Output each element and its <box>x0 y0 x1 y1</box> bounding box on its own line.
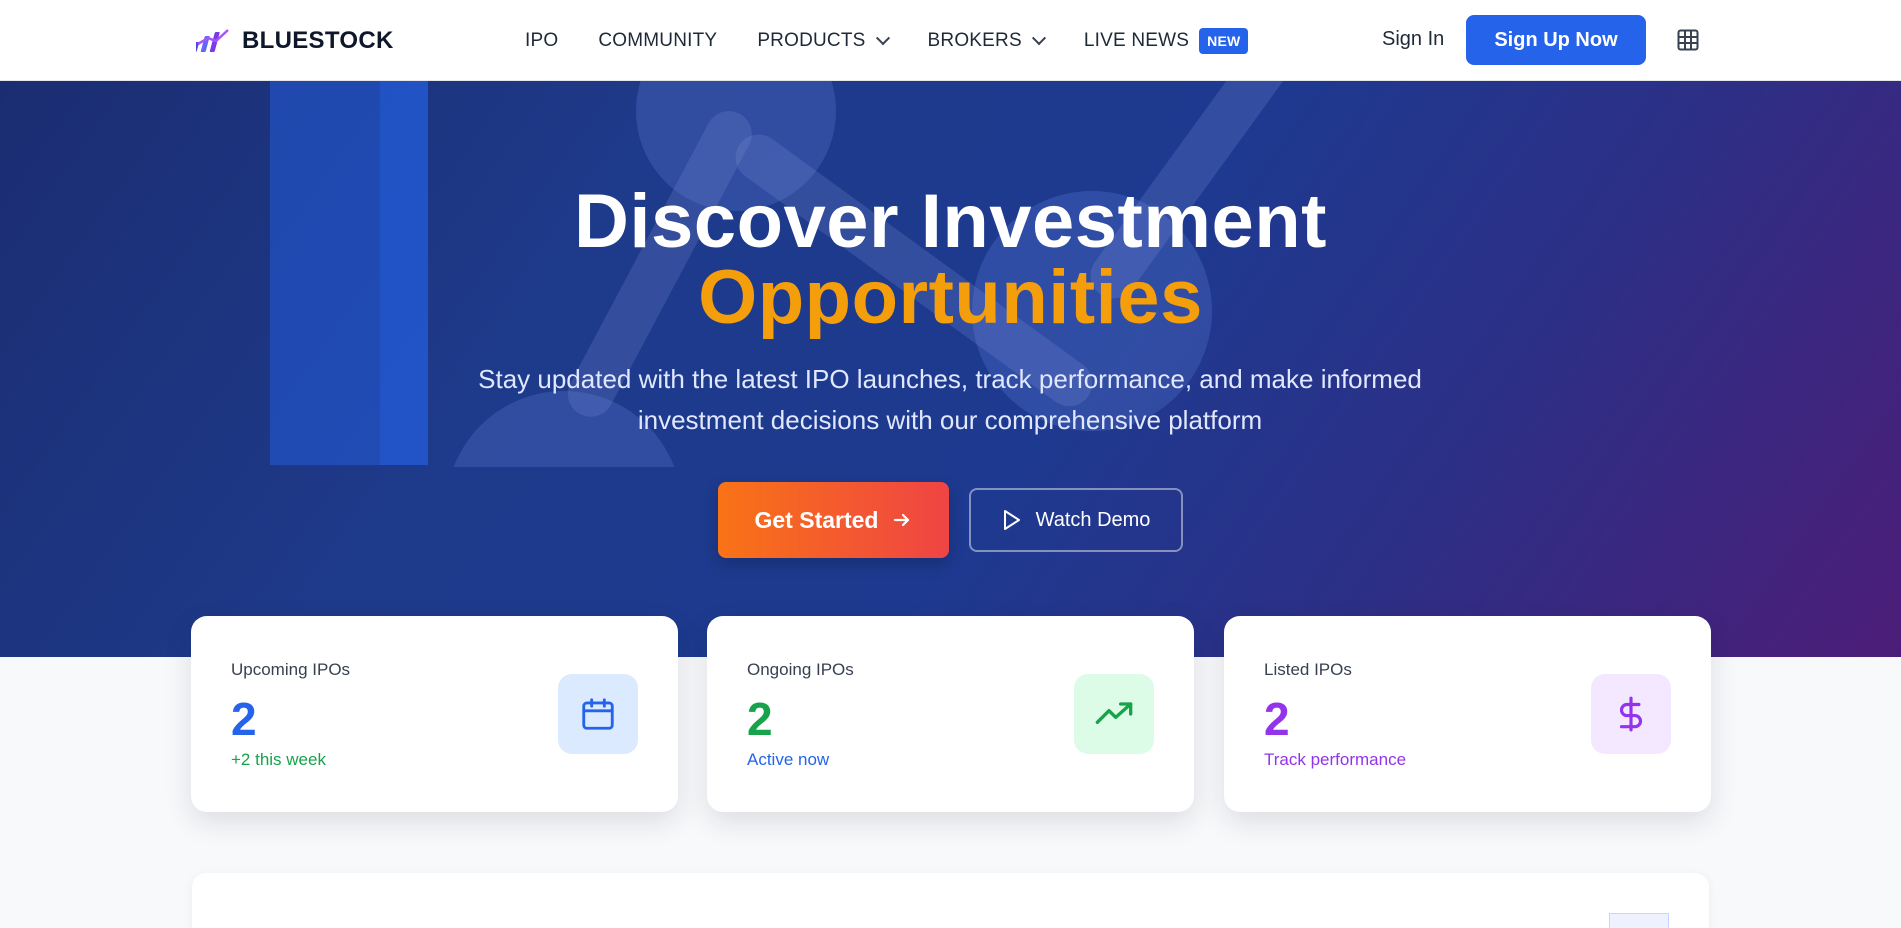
main-nav: IPO COMMUNITY PRODUCTS BROKERS LIVE NEWS… <box>525 22 1288 60</box>
top-navbar: BLUESTOCK IPO COMMUNITY PRODUCTS BROKERS… <box>0 0 1901 81</box>
stat-value: 2 <box>1264 693 1290 745</box>
nav-products-label: PRODUCTS <box>757 30 866 51</box>
stat-icon-box <box>558 674 638 754</box>
stat-note: +2 this week <box>231 750 326 769</box>
stat-icon-box <box>1074 674 1154 754</box>
chevron-down-icon <box>875 31 890 46</box>
nav-brokers-label: BROKERS <box>927 30 1022 51</box>
nav-brokers[interactable]: BROKERS <box>927 30 1046 52</box>
arrow-right-icon <box>894 513 910 527</box>
stat-value: 2 <box>747 693 773 745</box>
get-started-label: Get Started <box>754 506 879 533</box>
nav-community-label: COMMUNITY <box>598 30 718 51</box>
hero-title: Discover Investment <box>574 179 1327 264</box>
get-started-button[interactable]: Get Started <box>718 482 949 558</box>
hero-subtitle: Stay updated with the latest IPO launche… <box>478 364 1422 435</box>
trending-up-icon <box>1095 702 1133 724</box>
nav-ipo[interactable]: IPO <box>525 30 558 52</box>
stat-card-listed[interactable]: Listed IPOs 2 Track performance <box>1224 616 1711 812</box>
stat-value: 2 <box>231 693 257 745</box>
calendar-icon <box>582 698 614 730</box>
new-badge: NEW <box>1199 28 1249 54</box>
nav-live-news[interactable]: LIVE NEWS NEW <box>1084 28 1249 54</box>
play-icon <box>1003 510 1020 530</box>
stat-label: Upcoming IPOs <box>231 660 351 679</box>
stat-card-ongoing[interactable]: Ongoing IPOs 2 Active now <box>707 616 1194 812</box>
watch-demo-label: Watch Demo <box>1035 508 1151 531</box>
stat-label: Listed IPOs <box>1264 660 1352 679</box>
watch-demo-button[interactable]: Watch Demo <box>969 488 1183 552</box>
bluestock-logo-icon <box>196 29 229 52</box>
sign-in-link[interactable]: Sign In <box>1382 28 1444 51</box>
sign-up-button[interactable]: Sign Up Now <box>1466 15 1646 65</box>
panel-thumbnail <box>1609 913 1669 928</box>
content-panel <box>192 873 1709 928</box>
nav-live-news-label: LIVE NEWS <box>1083 30 1190 51</box>
stat-label: Ongoing IPOs <box>747 660 854 679</box>
hero-section: Discover Investment Opportunities Stay u… <box>0 81 1901 657</box>
stat-icon-box <box>1591 674 1671 754</box>
stat-card-upcoming[interactable]: Upcoming IPOs 2 +2 this week <box>191 616 678 812</box>
chevron-down-icon <box>1031 31 1046 46</box>
stat-note: Track performance <box>1264 750 1407 769</box>
stat-note: Active now <box>747 750 830 769</box>
nav-ipo-label: IPO <box>525 30 559 51</box>
dollar-icon <box>1619 696 1642 732</box>
hero-title-highlight: Opportunities <box>698 255 1203 340</box>
nav-community[interactable]: COMMUNITY <box>598 30 717 52</box>
brand-name: BLUESTOCK <box>242 27 394 54</box>
nav-products[interactable]: PRODUCTS <box>757 30 890 52</box>
brand-logo[interactable]: BLUESTOCK <box>196 24 394 58</box>
grid-icon[interactable] <box>1677 29 1699 51</box>
